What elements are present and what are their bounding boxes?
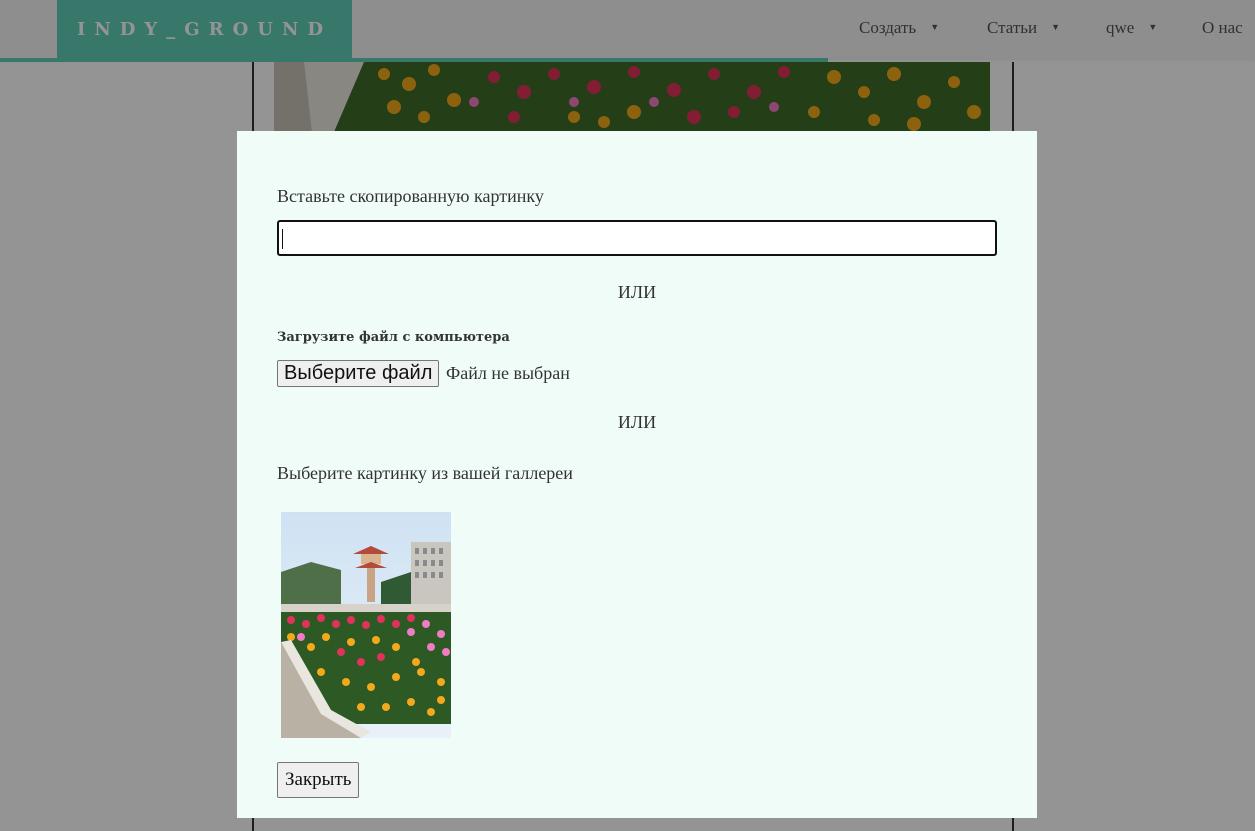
close-button[interactable]: Закрыть xyxy=(277,762,360,798)
gallery-label: Выберите картинку из вашей галлереи xyxy=(277,463,573,483)
gallery-image[interactable] xyxy=(281,512,451,738)
choose-file-button[interactable]: Выберите файл xyxy=(277,360,440,387)
file-status: Файл не выбран xyxy=(446,363,570,383)
image-picker-modal: Вставьте скопированную картинку ИЛИ Загр… xyxy=(237,131,1037,818)
upload-label: Загрузите файл с компьютера xyxy=(277,330,510,345)
or-divider: ИЛИ xyxy=(617,282,657,302)
paste-image-input[interactable] xyxy=(277,220,997,256)
or-divider: ИЛИ xyxy=(617,412,657,432)
paste-label: Вставьте скопированную картинку xyxy=(277,186,544,206)
text-cursor xyxy=(282,229,283,249)
